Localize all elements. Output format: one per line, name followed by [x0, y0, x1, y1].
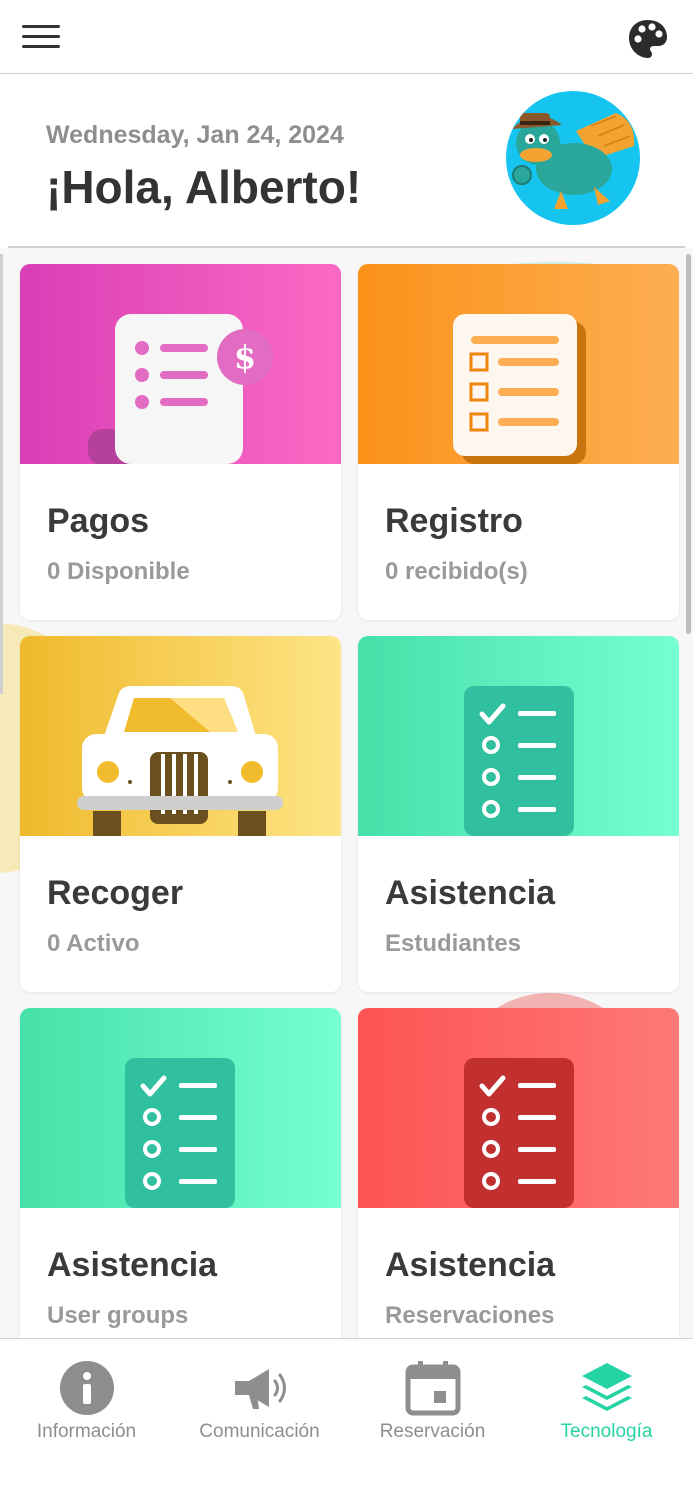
card-subtitle: 0 recibido(s) — [385, 558, 528, 585]
card-banner — [20, 636, 341, 836]
card-title: Recoger — [47, 874, 184, 912]
svg-text:$: $ — [234, 338, 256, 376]
card-recoger[interactable]: Recoger 0 Activo — [20, 636, 341, 992]
scrollbar[interactable] — [686, 254, 691, 634]
dashboard-grid[interactable]: $ Pagos 0 Disponible Registro 0 recibido… — [0, 248, 693, 1338]
megaphone-icon — [235, 1369, 286, 1409]
card-title: Asistencia — [47, 1246, 218, 1284]
left-edge — [0, 254, 3, 694]
nav-item-reservacion[interactable]: Reservación — [346, 1339, 519, 1469]
card-asistencia-reservaciones[interactable]: Asistencia Reservaciones — [358, 1008, 679, 1338]
nav-item-comunicacion[interactable]: Comunicación — [173, 1339, 346, 1469]
card-banner — [358, 636, 679, 836]
attendance-list-icon — [464, 1058, 574, 1208]
app-bar — [0, 0, 693, 74]
greeting-title: ¡Hola, Alberto! — [46, 161, 362, 213]
hamburger-line — [22, 25, 60, 28]
card-asistencia-user-groups[interactable]: Asistencia User groups — [20, 1008, 341, 1338]
hamburger-menu-icon[interactable] — [22, 25, 60, 49]
palette-icon[interactable] — [626, 17, 670, 61]
car-icon — [77, 686, 283, 836]
card-title: Registro — [385, 502, 523, 540]
hamburger-line — [22, 35, 60, 38]
card-subtitle: 0 Disponible — [47, 558, 190, 585]
nav-label: Tecnología — [560, 1421, 653, 1442]
avatar[interactable] — [506, 91, 640, 225]
date-label: Wednesday, Jan 24, 2024 — [46, 121, 344, 149]
card-asistencia-estudiantes[interactable]: Asistencia Estudiantes — [358, 636, 679, 992]
bottom-navigation: Información Comunicación Reservación Tec… — [0, 1338, 693, 1500]
attendance-list-icon — [464, 686, 574, 836]
nav-item-tecnologia[interactable]: Tecnología — [520, 1339, 693, 1469]
card-banner — [358, 264, 679, 464]
calendar-icon — [405, 1361, 461, 1416]
nav-label: Información — [36, 1421, 137, 1442]
card-title: Asistencia — [385, 874, 556, 912]
card-title: Asistencia — [385, 1246, 556, 1284]
info-icon — [60, 1361, 114, 1415]
card-subtitle: Estudiantes — [385, 930, 522, 957]
avatar-illustration — [512, 113, 635, 209]
greeting-header: Wednesday, Jan 24, 2024 ¡Hola, Alberto! — [0, 74, 693, 248]
card-banner — [358, 1008, 679, 1208]
card-subtitle: 0 Activo — [47, 930, 140, 957]
card-banner: $ — [20, 264, 341, 464]
invoice-icon: $ — [88, 314, 273, 464]
card-pagos[interactable]: $ Pagos 0 Disponible — [20, 264, 341, 620]
card-registro[interactable]: Registro 0 recibido(s) — [358, 264, 679, 620]
nav-label: Reservación — [379, 1421, 486, 1442]
card-title: Pagos — [47, 502, 150, 540]
layers-icon — [582, 1363, 632, 1411]
card-subtitle: Reservaciones — [385, 1302, 555, 1329]
card-banner — [20, 1008, 341, 1208]
nav-item-informacion[interactable]: Información — [0, 1339, 173, 1469]
checklist-document-icon — [453, 314, 586, 464]
nav-label: Comunicación — [199, 1421, 320, 1442]
hamburger-line — [22, 45, 60, 48]
card-subtitle: User groups — [47, 1302, 189, 1329]
attendance-list-icon — [125, 1058, 235, 1208]
